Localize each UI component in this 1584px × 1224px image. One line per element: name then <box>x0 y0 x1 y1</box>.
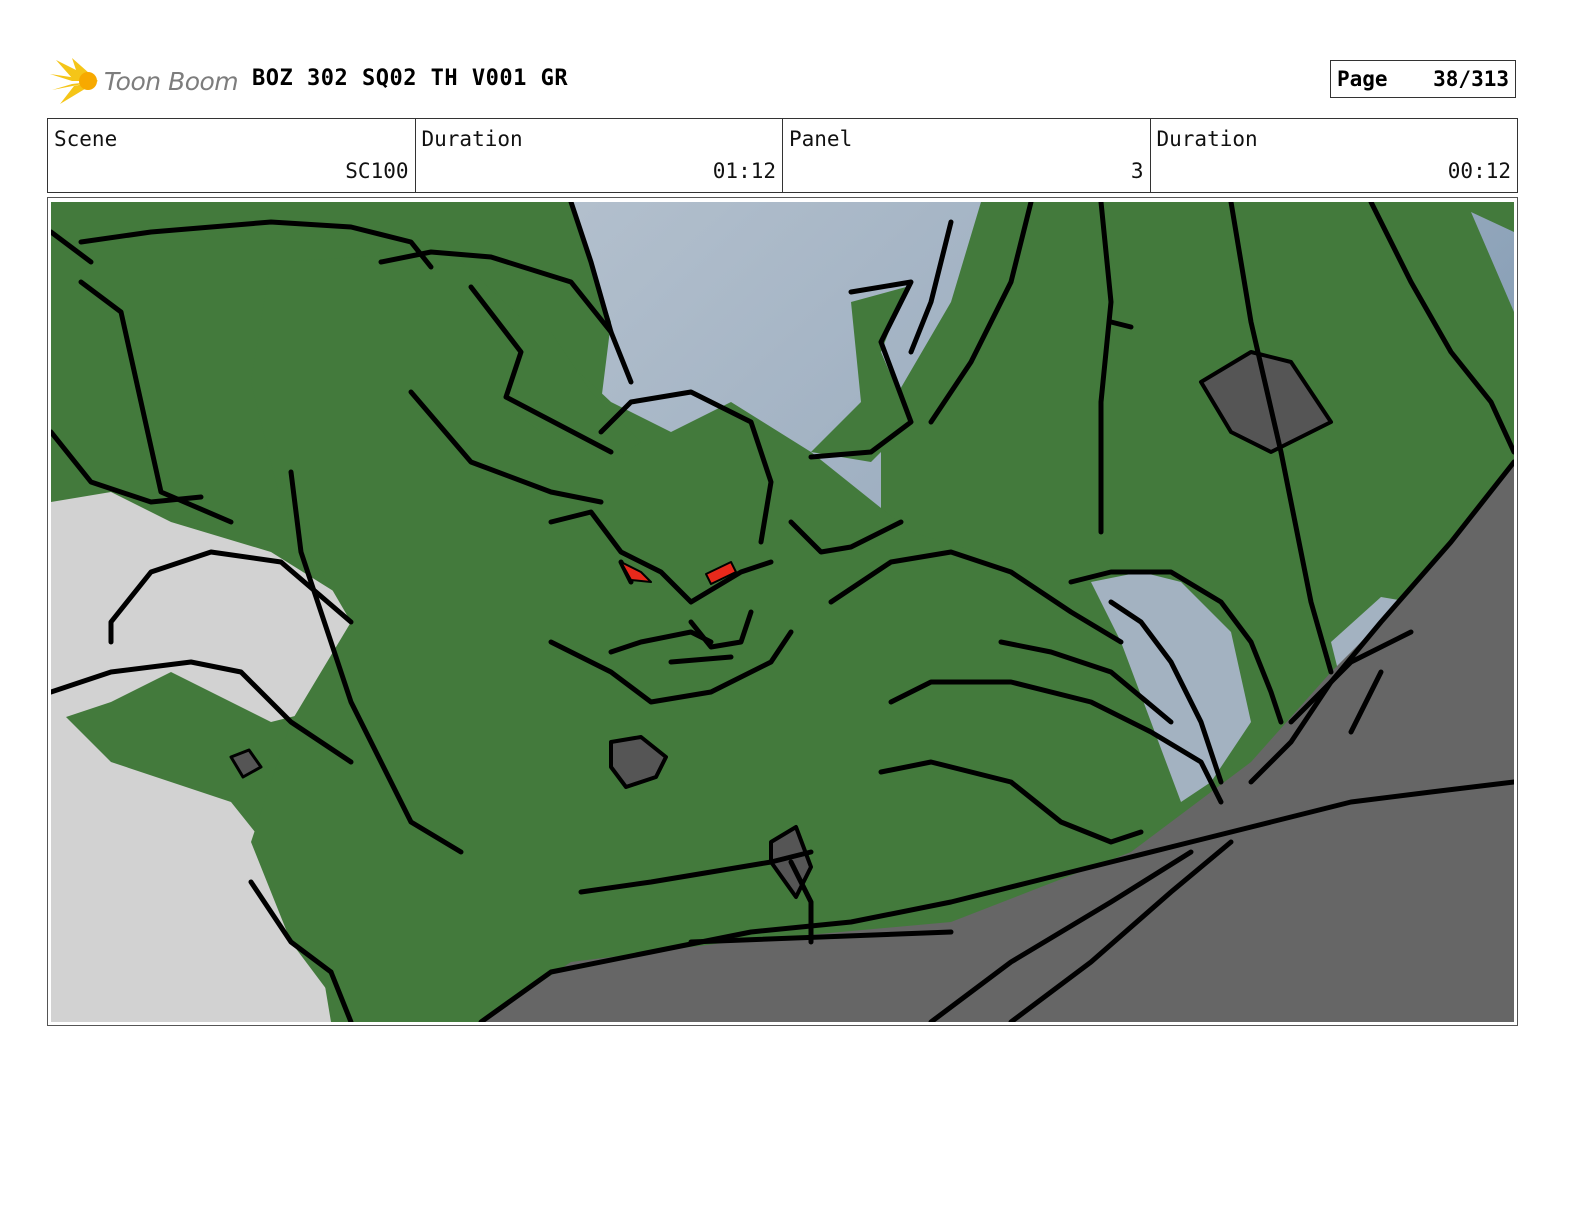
toon-boom-logo: Toon Boom <box>50 56 239 106</box>
scene-value: SC100 <box>345 159 409 183</box>
logo-text: Toon Boom <box>104 66 239 96</box>
page-indicator: Page 38/313 <box>1330 60 1516 98</box>
panel-value: 3 <box>1130 159 1144 183</box>
scene-duration-label: Duration <box>421 127 523 151</box>
logo-flare-icon <box>50 58 98 104</box>
panel-cell: Panel 3 <box>783 119 1151 192</box>
storyboard-panel-image <box>51 202 1514 1022</box>
scene-duration-cell: Duration 01:12 <box>416 119 783 192</box>
scene-info-table: Scene SC100 Duration 01:12 Panel 3 Durat… <box>47 118 1518 193</box>
scene-duration-value: 01:12 <box>712 159 776 183</box>
panel-label: Panel <box>789 127 853 151</box>
page-number: 38/313 <box>1433 67 1509 91</box>
storyboard-panel-frame <box>47 197 1518 1026</box>
panel-duration-value: 00:12 <box>1447 159 1511 183</box>
scene-cell: Scene SC100 <box>48 119 416 192</box>
document-title: BOZ 302 SQ02 TH V001 GR <box>252 66 569 91</box>
scene-label: Scene <box>54 127 118 151</box>
panel-duration-label: Duration <box>1156 127 1258 151</box>
page-label: Page <box>1337 67 1388 91</box>
panel-duration-cell: Duration 00:12 <box>1151 119 1518 192</box>
